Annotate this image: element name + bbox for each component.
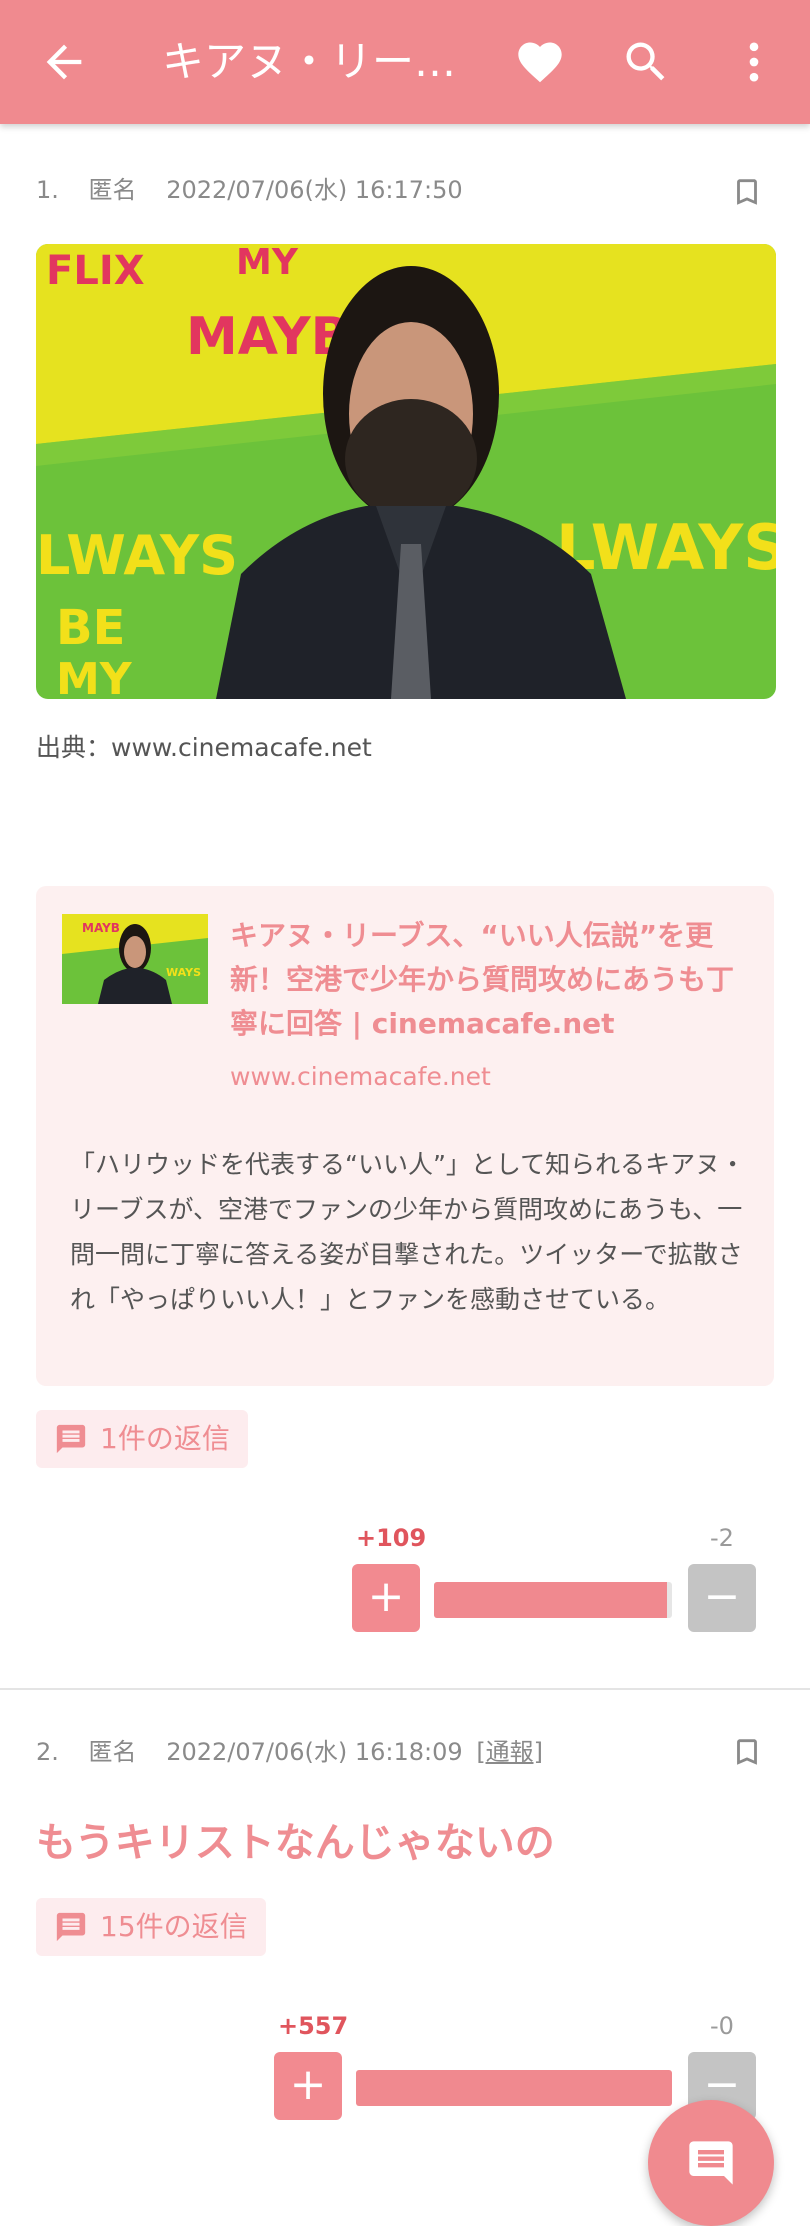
post-datetime: 2022/07/06(水) 16:17:50	[166, 176, 463, 204]
replies-button[interactable]: 15件の返信	[36, 1898, 266, 1956]
post-body: もうキリストなんじゃないの	[36, 1820, 555, 1866]
vote-ratio-bar	[434, 1582, 672, 1618]
link-card-title[interactable]: キアヌ・リーブス、“いい人伝説”を更新！空港で少年から質問攻めにあうも丁寧に回答…	[230, 914, 750, 1046]
post-divider	[0, 1688, 810, 1690]
page-title: キアヌ・リー…	[162, 37, 457, 86]
plus-vote-button[interactable]: +	[352, 1564, 420, 1632]
post-photo: FLIX MY MAYB LWAYS BE MY LWAYS	[36, 244, 776, 699]
svg-text:MY: MY	[236, 244, 299, 283]
bookmark-icon[interactable]	[730, 1732, 764, 1772]
svg-text:LWAYS: LWAYS	[36, 524, 238, 587]
plus-vote-button[interactable]: +	[274, 2052, 342, 2120]
vote-ratio-fill	[356, 2070, 672, 2106]
app-bar: キアヌ・リー…	[0, 0, 810, 124]
post-author: 匿名	[88, 176, 137, 204]
link-card-description: 「ハリウッドを代表する“いい人”」として知られるキアヌ・リーブスが、空港でファン…	[70, 1150, 746, 1314]
vote-ratio-fill	[434, 1582, 668, 1618]
minus-score: -0	[710, 2012, 734, 2040]
post-author: 匿名	[88, 1738, 137, 1766]
heart-icon[interactable]	[514, 36, 566, 88]
post-header: 1. 匿名 2022/07/06(水) 16:17:50	[36, 170, 485, 205]
svg-text:MY: MY	[56, 654, 133, 699]
comment-icon	[689, 2141, 733, 2185]
post-number: 1.	[36, 176, 59, 204]
report-link[interactable]: [通報]	[476, 1738, 543, 1766]
post-datetime: 2022/07/06(水) 16:18:09	[166, 1738, 463, 1766]
svg-text:WAYS: WAYS	[166, 966, 201, 979]
bookmark-icon[interactable]	[730, 172, 764, 212]
svg-text:BE: BE	[56, 600, 125, 656]
minus-vote-button[interactable]: −	[688, 1564, 756, 1632]
comment-icon	[56, 1912, 86, 1942]
more-vert-icon[interactable]	[728, 36, 780, 88]
image-source: 出典：www.cinemacafe.net	[36, 733, 372, 762]
comment-fab[interactable]	[648, 2100, 774, 2226]
svg-text:FLIX: FLIX	[46, 248, 145, 294]
search-icon[interactable]	[620, 36, 672, 88]
minus-score: -2	[710, 1524, 734, 1552]
svg-text:MAYB: MAYB	[186, 307, 350, 367]
post-number: 2.	[36, 1738, 59, 1766]
comment-icon	[56, 1424, 86, 1454]
back-arrow-icon[interactable]	[38, 36, 90, 88]
post-header: 2. 匿名 2022/07/06(水) 16:18:09 [通報]	[36, 1732, 565, 1767]
plus-score: +557	[278, 2012, 349, 2040]
vote-ratio-bar	[356, 2070, 672, 2106]
replies-button[interactable]: 1件の返信	[36, 1410, 248, 1468]
link-card-thumbnail: MAYB WAYS	[62, 914, 208, 1004]
replies-count: 1件の返信	[100, 1422, 230, 1455]
svg-text:MAYB: MAYB	[82, 921, 120, 935]
link-card-url[interactable]: www.cinemacafe.net	[230, 1062, 491, 1091]
link-card[interactable]: MAYB WAYS キアヌ・リーブス、“いい人伝説”を更新！空港で少年から質問攻…	[36, 886, 774, 1386]
replies-count: 15件の返信	[100, 1910, 248, 1943]
plus-score: +109	[356, 1524, 427, 1552]
